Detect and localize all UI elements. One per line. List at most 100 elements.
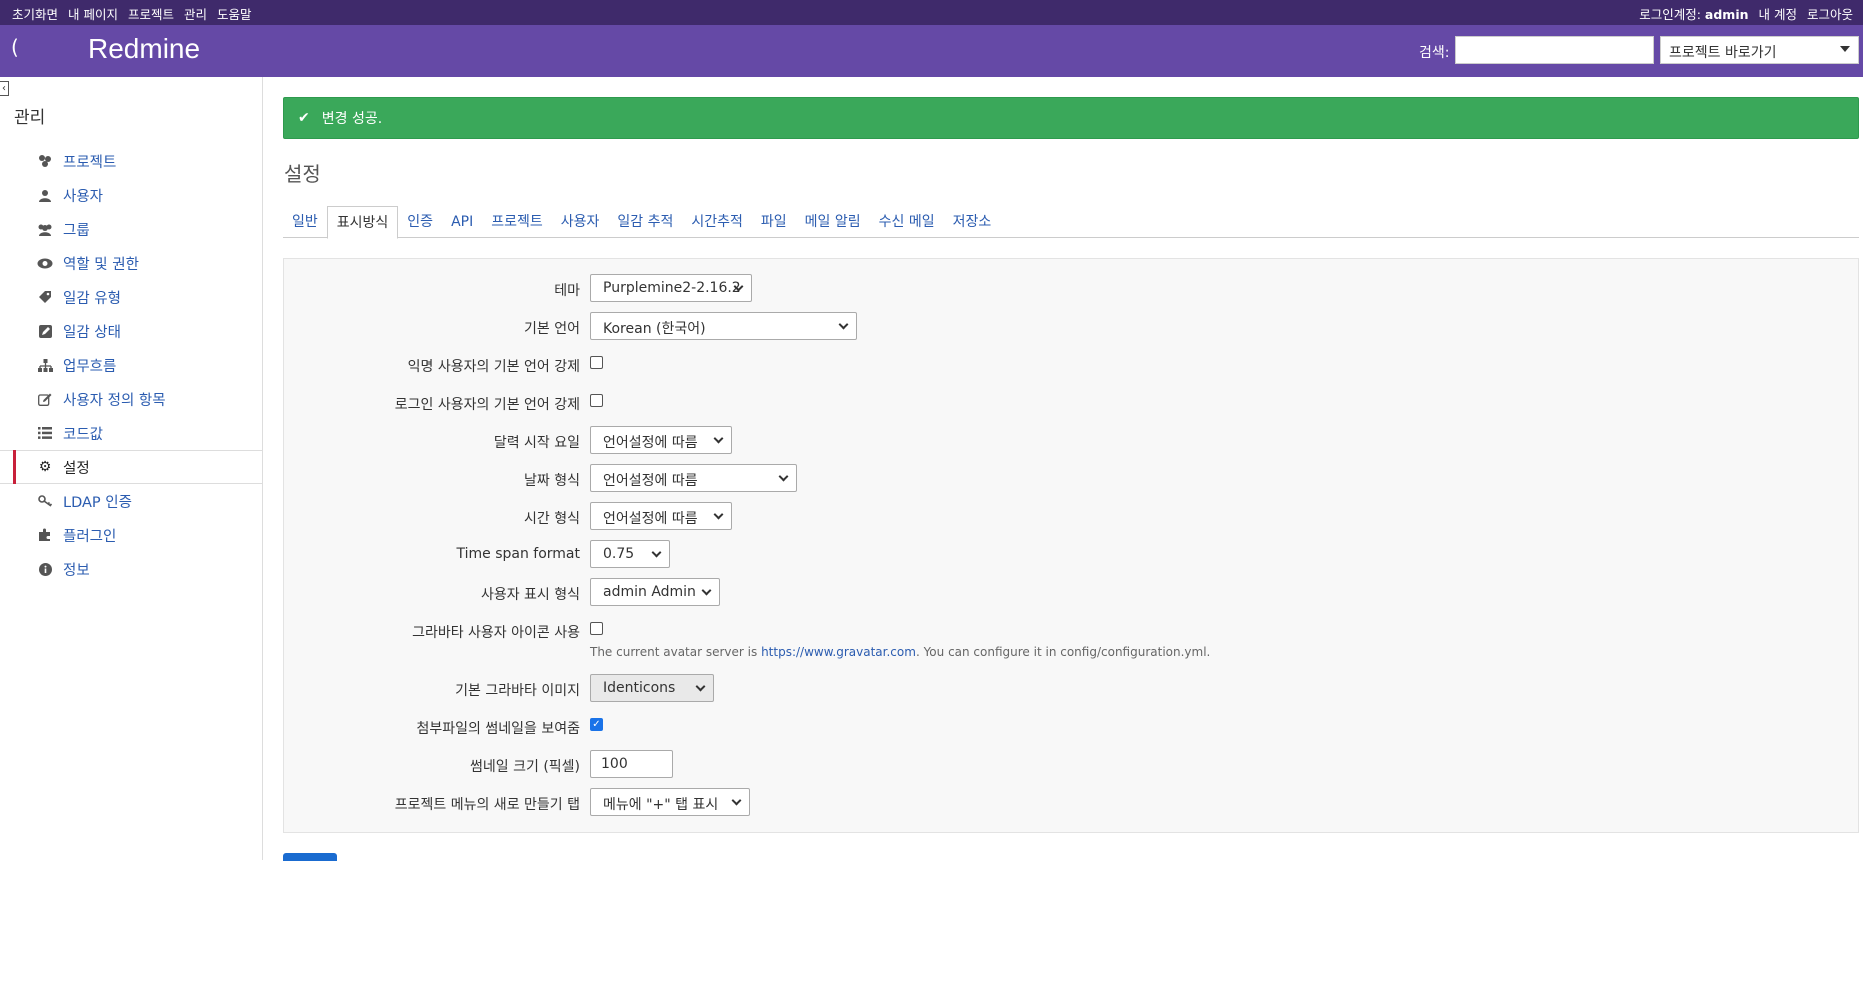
search-label: 검색: <box>1419 45 1450 61</box>
sidebar-item-label: 일감 유형 <box>63 290 121 307</box>
tab-authentication[interactable]: 인증 <box>398 206 442 238</box>
sidebar-collapse-icon[interactable]: ‹ <box>0 81 9 96</box>
timespan-format-value: 0.75 <box>603 546 635 562</box>
sidebar-item-label: 플러그인 <box>63 528 117 545</box>
chevron-down-icon <box>695 681 706 692</box>
tab-issue-tracking[interactable]: 일감 추적 <box>608 206 682 238</box>
gravatar-info: The current avatar server is https://www… <box>590 645 1210 659</box>
tab-api[interactable]: API <box>442 206 482 238</box>
sidebar-item-projects[interactable]: 프로젝트 <box>0 144 263 178</box>
list-icon <box>37 425 53 441</box>
row-force-anon-language: 익명 사용자의 기본 언어 강제 <box>284 348 1860 380</box>
menu-toggle-icon[interactable]: ( <box>11 35 17 59</box>
chevron-down-icon <box>713 509 724 520</box>
tab-users[interactable]: 사용자 <box>552 206 609 238</box>
force-login-language-checkbox[interactable] <box>590 394 603 407</box>
group-icon <box>37 221 53 237</box>
default-gravatar-select[interactable]: Identicons <box>590 674 714 702</box>
force-anon-language-label: 익명 사용자의 기본 언어 강제 <box>407 359 580 375</box>
sidebar-item-groups[interactable]: 그룹 <box>0 212 263 246</box>
logged-user-link[interactable]: admin <box>1705 7 1749 22</box>
chevron-down-icon <box>838 319 849 330</box>
project-jump-select[interactable]: 프로젝트 바로가기 <box>1660 36 1859 64</box>
settings-form: 테마 Purplemine2-2.16.2 기본 언어 Korean (한국어)… <box>283 258 1859 833</box>
row-timespan-format: Time span format 0.75 <box>284 538 1860 570</box>
theme-label: 테마 <box>554 283 580 299</box>
gravatar-link[interactable]: https://www.gravatar.com <box>761 645 916 659</box>
app-title[interactable]: Redmine <box>88 33 200 65</box>
gravatar-checkbox[interactable] <box>590 622 603 635</box>
row-date-format: 날짜 형식 언어설정에 따름 <box>284 462 1860 494</box>
default-language-select[interactable]: Korean (한국어) <box>590 312 857 340</box>
chevron-down-icon <box>651 547 662 558</box>
user-format-label: 사용자 표시 형식 <box>480 587 580 603</box>
thumbnail-size-input[interactable]: 100 <box>590 750 673 778</box>
sidebar-item-label: 사용자 정의 항목 <box>63 392 166 409</box>
timespan-format-select[interactable]: 0.75 <box>590 540 670 568</box>
new-item-tab-select[interactable]: 메뉴에 "+" 탭 표시 <box>590 788 750 816</box>
tab-email-notifications[interactable]: 메일 알림 <box>796 206 870 238</box>
tab-incoming-emails[interactable]: 수신 메일 <box>870 206 944 238</box>
sidebar-item-label: 그룹 <box>63 222 90 239</box>
sidebar-item-label: 업무흐름 <box>63 358 117 375</box>
row-thumbnails: 첨부파일의 썸네일을 보여줌 ✓ <box>284 710 1860 742</box>
sidebar-item-roles[interactable]: 역할 및 권한 <box>0 246 263 280</box>
user-format-select[interactable]: admin Admin <box>590 578 720 606</box>
flash-notice: ✔ 변경 성공. <box>283 97 1859 139</box>
time-format-value: 언어설정에 따름 <box>603 511 698 527</box>
my-account-link[interactable]: 내 계정 <box>1759 4 1797 23</box>
date-format-value: 언어설정에 따름 <box>603 473 698 489</box>
tab-files[interactable]: 파일 <box>752 206 796 238</box>
sidebar-item-label: 설정 <box>63 460 90 477</box>
sidebar-title: 관리 <box>14 108 46 128</box>
row-start-of-week: 달력 시작 요일 언어설정에 따름 <box>284 424 1860 456</box>
time-format-select[interactable]: 언어설정에 따름 <box>590 502 732 530</box>
tab-repositories[interactable]: 저장소 <box>944 206 1001 238</box>
row-time-format: 시간 형식 언어설정에 따름 <box>284 500 1860 532</box>
info-icon <box>37 561 53 577</box>
chevron-down-icon <box>778 471 789 482</box>
force-anon-language-checkbox[interactable] <box>590 356 603 369</box>
start-of-week-value: 언어설정에 따름 <box>603 435 698 451</box>
top-menu-my-page[interactable]: 내 페이지 <box>68 4 118 23</box>
row-gravatar: 그라바타 사용자 아이콘 사용 <box>284 614 1860 646</box>
thumbnails-checkbox[interactable]: ✓ <box>590 718 603 731</box>
top-menu-admin[interactable]: 관리 <box>184 4 207 23</box>
gravatar-info-prefix: The current avatar server is <box>590 645 762 659</box>
sidebar-item-users[interactable]: 사용자 <box>0 178 263 212</box>
top-menu-help[interactable]: 도움말 <box>217 4 252 23</box>
tab-general[interactable]: 일반 <box>283 206 327 238</box>
save-button[interactable] <box>283 853 337 861</box>
theme-select[interactable]: Purplemine2-2.16.2 <box>590 274 752 302</box>
tab-time-tracking[interactable]: 시간추적 <box>682 206 752 238</box>
sidebar-item-label: 역할 및 권한 <box>63 256 139 273</box>
row-default-gravatar: 기본 그라바타 이미지 Identicons <box>284 672 1860 704</box>
top-menu: 초기화면 내 페이지 프로젝트 관리 도움말 로그인계정: admin 내 계정… <box>0 0 1863 25</box>
default-gravatar-label: 기본 그라바타 이미지 <box>455 683 580 699</box>
thumbnails-label: 첨부파일의 썸네일을 보여줌 <box>416 721 580 737</box>
row-force-login-language: 로그인 사용자의 기본 언어 강제 <box>284 386 1860 418</box>
timespan-format-label: Time span format <box>456 546 580 562</box>
start-of-week-label: 달력 시작 요일 <box>493 435 580 451</box>
sidebar-item-label: 정보 <box>63 562 90 579</box>
user-format-value: admin Admin <box>603 584 696 600</box>
default-gravatar-value: Identicons <box>603 680 676 696</box>
sidebar: ‹ 관리 프로젝트 사용자 그룹 역할 및 권한 일감 유형 일감 상태 업무흐… <box>0 77 263 860</box>
force-login-language-label: 로그인 사용자의 기본 언어 강제 <box>394 397 580 413</box>
row-default-language: 기본 언어 Korean (한국어) <box>284 310 1860 342</box>
row-thumbnail-size: 썸네일 크기 (픽셀) 100 <box>284 748 1860 780</box>
start-of-week-select[interactable]: 언어설정에 따름 <box>590 426 732 454</box>
tab-display[interactable]: 표시방식 <box>326 206 399 239</box>
sidebar-item-label: LDAP 인증 <box>63 494 132 511</box>
top-menu-projects[interactable]: 프로젝트 <box>128 4 174 23</box>
search-input[interactable] <box>1455 36 1654 64</box>
pencil-icon <box>37 391 53 407</box>
logout-link[interactable]: 로그아웃 <box>1807 4 1853 23</box>
top-menu-home[interactable]: 초기화면 <box>12 4 58 23</box>
tab-projects[interactable]: 프로젝트 <box>482 206 552 238</box>
checkmark-icon: ✔ <box>298 110 310 126</box>
logged-as: 로그인계정: admin <box>1639 4 1748 23</box>
tag-icon <box>37 289 53 305</box>
flash-message: 변경 성공. <box>321 111 383 127</box>
date-format-select[interactable]: 언어설정에 따름 <box>590 464 797 492</box>
